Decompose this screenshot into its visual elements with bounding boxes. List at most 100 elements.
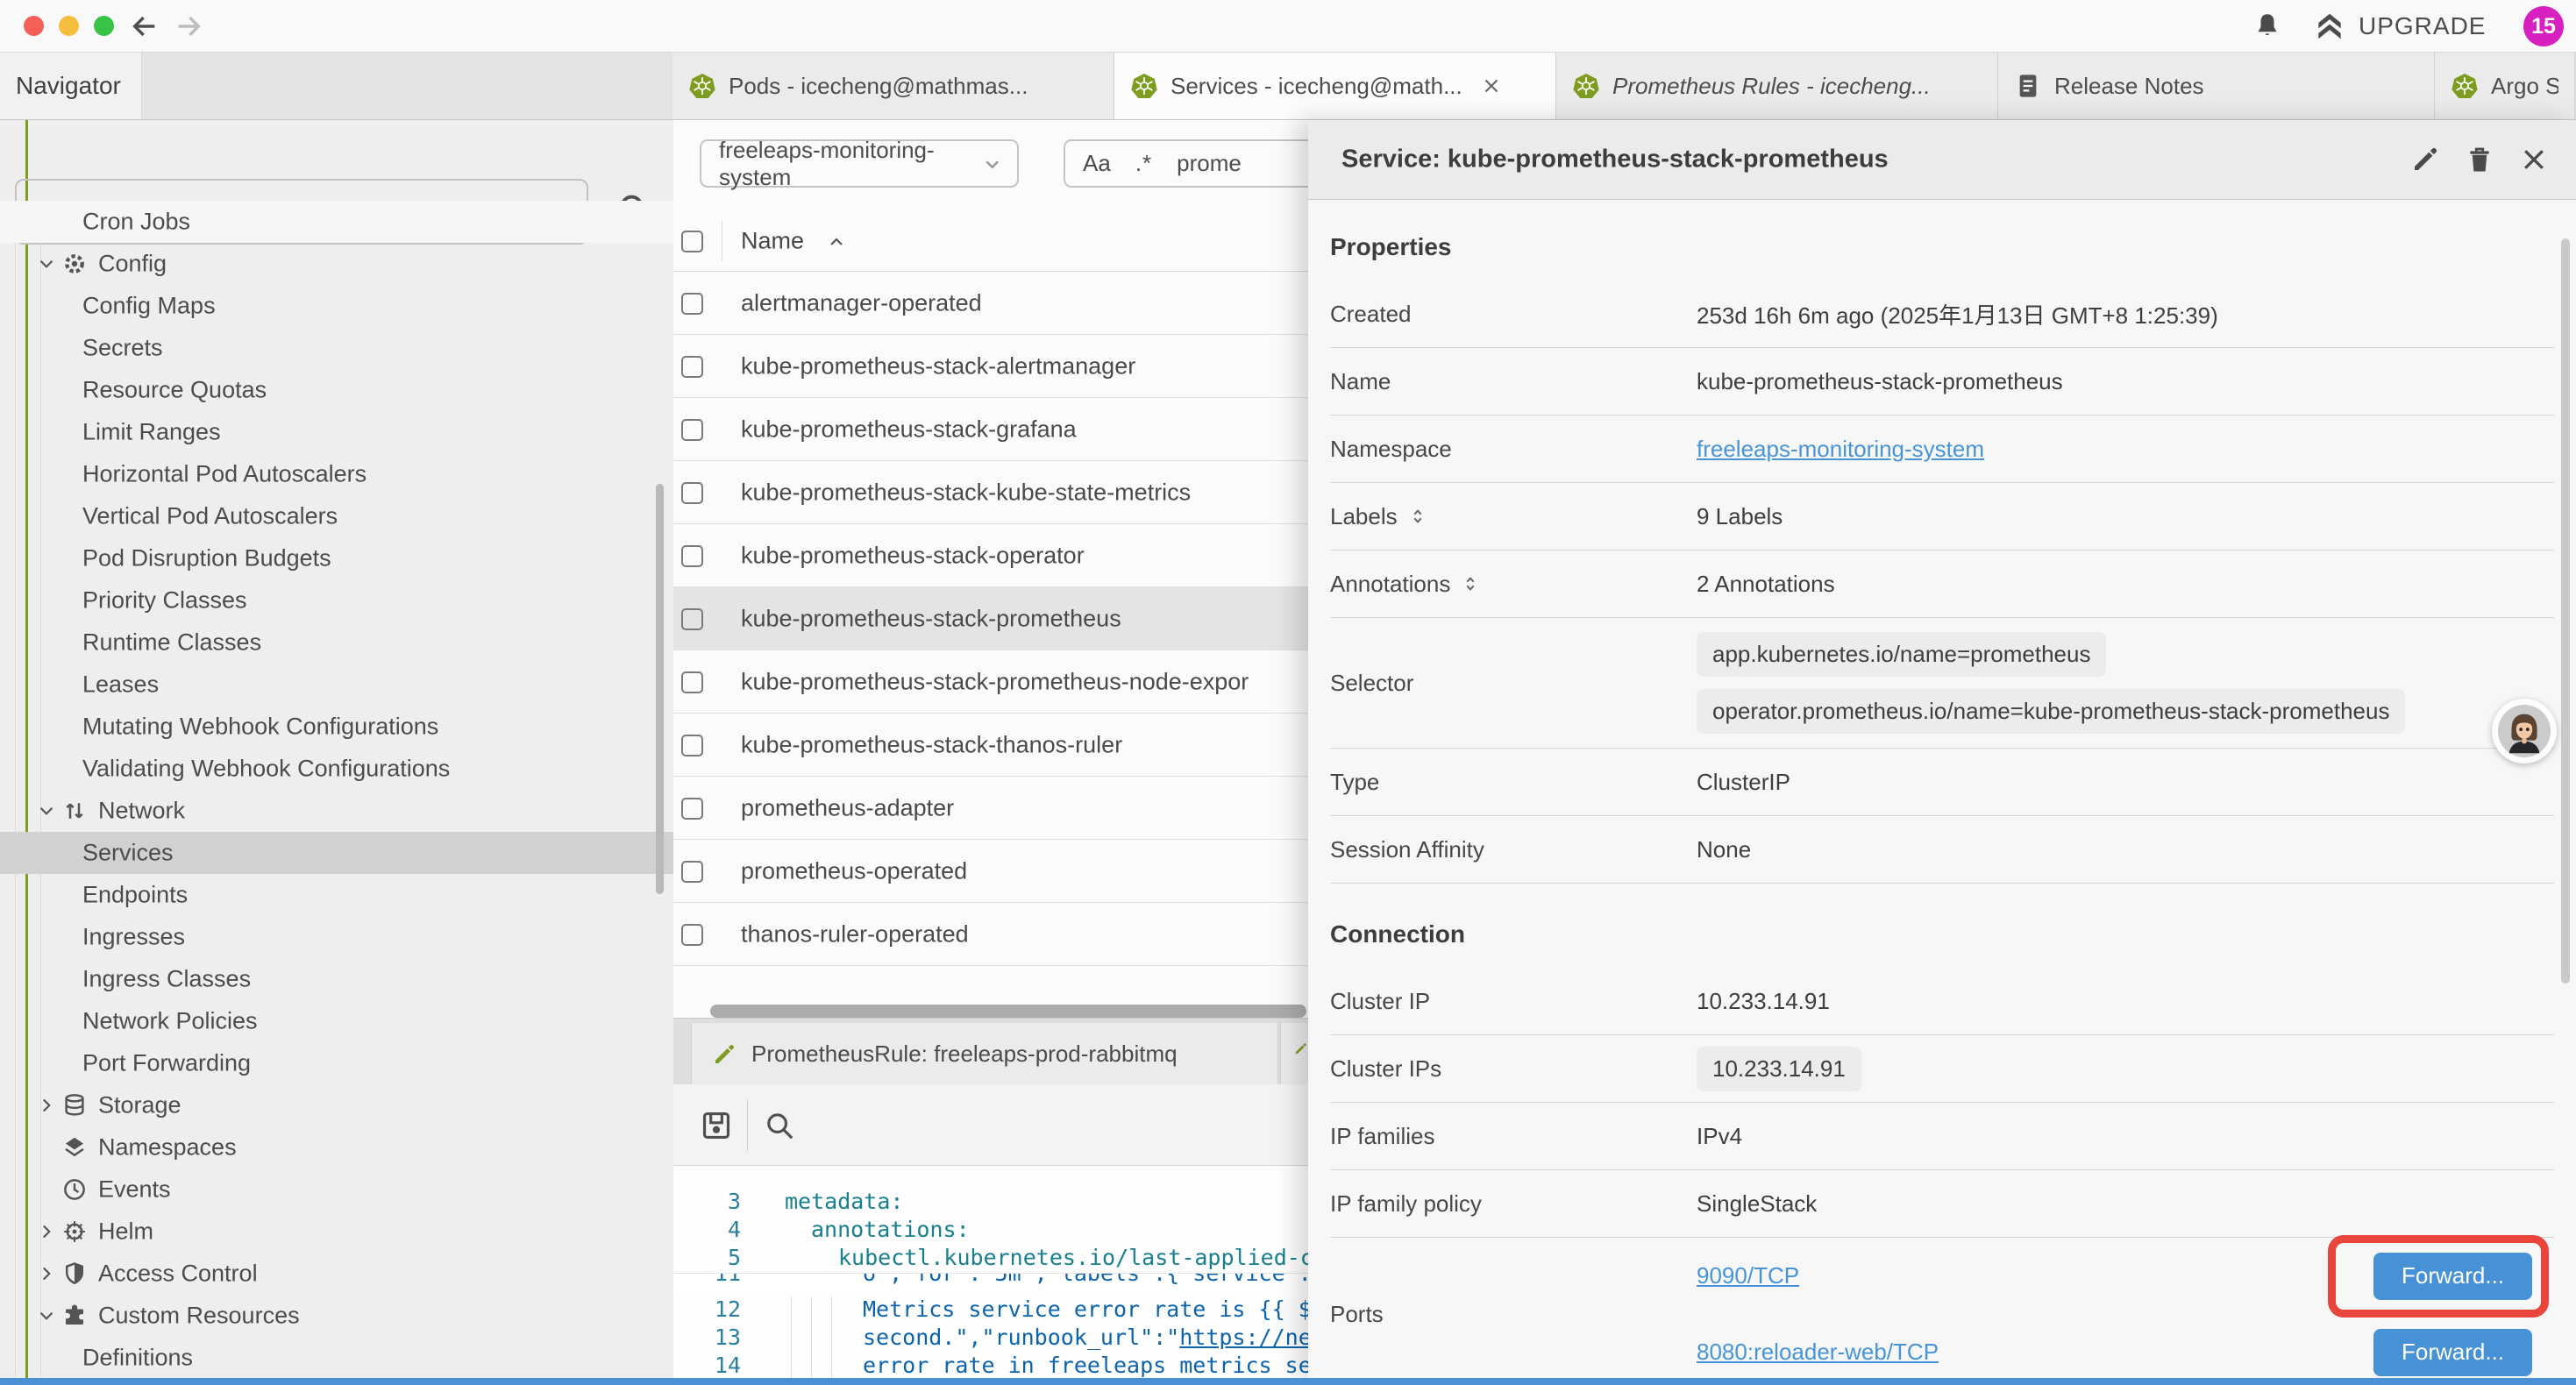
- table-row[interactable]: kube-prometheus-stack-alertmanager: [673, 335, 1308, 398]
- sidebar-item-ingresses[interactable]: Ingresses: [0, 916, 673, 958]
- back-button[interactable]: [130, 11, 160, 41]
- sidebar-item-leases[interactable]: Leases: [0, 664, 673, 706]
- sidebar-item-config[interactable]: Config: [0, 243, 673, 285]
- row-checkbox[interactable]: [681, 419, 703, 441]
- dock-tab-prometheusrule[interactable]: PrometheusRule: freeleaps-prod-rabbitmq: [691, 1023, 1278, 1085]
- detail-row-ports: Ports9090/TCPForward...8080:reloader-web…: [1330, 1238, 2554, 1378]
- edit-pencil-icon[interactable]: [2409, 144, 2441, 175]
- close-icon[interactable]: [2518, 144, 2550, 175]
- match-case-toggle[interactable]: Aa: [1083, 150, 1111, 177]
- yaml-editor[interactable]: 3metadata:4annotations:5kubectl.kubernet…: [673, 1166, 1308, 1378]
- sidebar-item-definitions[interactable]: Definitions: [0, 1337, 673, 1378]
- table-row[interactable]: prometheus-adapter: [673, 777, 1308, 840]
- sidebar-item-network-policies[interactable]: Network Policies: [0, 1000, 673, 1042]
- tab-prometheus[interactable]: Prometheus Rules - icecheng...: [1556, 53, 1998, 119]
- table-row[interactable]: kube-prometheus-stack-prometheus-node-ex…: [673, 650, 1308, 714]
- select-all-checkbox[interactable]: [681, 231, 703, 252]
- search-input[interactable]: Aa .* prome: [1064, 139, 1308, 188]
- sidebar-item-pod-disruption-budgets[interactable]: Pod Disruption Budgets: [0, 537, 673, 579]
- horizontal-scrollbar[interactable]: [710, 1005, 1306, 1018]
- sidebar-item-endpoints[interactable]: Endpoints: [0, 874, 673, 916]
- code-link[interactable]: https://net: [1179, 1325, 1308, 1350]
- chevron-down-icon[interactable]: [35, 799, 58, 822]
- sidebar-item-cron-jobs[interactable]: Cron Jobs: [0, 201, 673, 243]
- row-checkbox[interactable]: [681, 356, 703, 378]
- upgrade-button[interactable]: UPGRADE: [2313, 9, 2486, 44]
- port-link[interactable]: 8080:reloader-web/TCP: [1697, 1339, 1939, 1366]
- sidebar-item-storage[interactable]: Storage: [0, 1084, 673, 1126]
- sort-updown-icon[interactable]: [1408, 503, 1427, 529]
- port-link[interactable]: 9090/TCP: [1697, 1262, 1799, 1289]
- sidebar-scrollbar[interactable]: [656, 484, 664, 894]
- regex-toggle[interactable]: .*: [1135, 150, 1152, 177]
- notifications-bell-icon[interactable]: [2252, 11, 2283, 42]
- sidebar-item-secrets[interactable]: Secrets: [0, 327, 673, 369]
- sort-ascending-icon[interactable]: [826, 231, 847, 252]
- chevron-right-icon[interactable]: [35, 1262, 58, 1285]
- forward-button[interactable]: Forward...: [2373, 1329, 2532, 1376]
- row-checkbox[interactable]: [681, 798, 703, 820]
- row-checkbox[interactable]: [681, 924, 703, 946]
- sort-updown-icon[interactable]: [1461, 571, 1480, 597]
- chevron-down-icon[interactable]: [35, 1304, 58, 1327]
- row-checkbox[interactable]: [681, 608, 703, 630]
- sidebar-item-mutating-webhook-configurations[interactable]: Mutating Webhook Configurations: [0, 706, 673, 748]
- sidebar-item-port-forwarding[interactable]: Port Forwarding: [0, 1042, 673, 1084]
- sidebar-item-helm[interactable]: Helm: [0, 1211, 673, 1253]
- table-row[interactable]: kube-prometheus-stack-grafana: [673, 398, 1308, 461]
- table-row[interactable]: kube-prometheus-stack-prometheus: [673, 587, 1308, 650]
- close-icon[interactable]: [1480, 75, 1503, 97]
- row-checkbox[interactable]: [681, 735, 703, 756]
- sidebar-item-namespaces[interactable]: Namespaces: [0, 1126, 673, 1168]
- sidebar-item-config-maps[interactable]: Config Maps: [0, 285, 673, 327]
- sidebar-item-events[interactable]: Events: [0, 1168, 673, 1211]
- sidebar-item-custom-resources[interactable]: Custom Resources: [0, 1295, 673, 1337]
- editor-search-icon[interactable]: [763, 1109, 796, 1142]
- namespace-link[interactable]: freeleaps-monitoring-system: [1697, 436, 1984, 463]
- table-row[interactable]: kube-prometheus-stack-operator: [673, 524, 1308, 587]
- sidebar-item-access-control[interactable]: Access Control: [0, 1253, 673, 1295]
- traffic-light-zoom[interactable]: [94, 16, 114, 36]
- sidebar-item-limit-ranges[interactable]: Limit Ranges: [0, 411, 673, 453]
- sidebar-item-services[interactable]: Services: [0, 832, 673, 874]
- sidebar-item-ingress-classes[interactable]: Ingress Classes: [0, 958, 673, 1000]
- row-checkbox[interactable]: [681, 671, 703, 693]
- sidebar-item-horizontal-pod-autoscalers[interactable]: Horizontal Pod Autoscalers: [0, 453, 673, 495]
- sidebar-item-resource-quotas[interactable]: Resource Quotas: [0, 369, 673, 411]
- table-row[interactable]: prometheus-operated: [673, 840, 1308, 903]
- navigator-panel-tab[interactable]: Navigator: [0, 53, 142, 119]
- sidebar-item-vertical-pod-autoscalers[interactable]: Vertical Pod Autoscalers: [0, 495, 673, 537]
- row-checkbox[interactable]: [681, 861, 703, 883]
- traffic-light-close[interactable]: [24, 16, 44, 36]
- table-row[interactable]: kube-prometheus-stack-kube-state-metrics: [673, 461, 1308, 524]
- row-checkbox[interactable]: [681, 545, 703, 567]
- tab-pods[interactable]: Pods - icecheng@mathmas...: [672, 53, 1114, 119]
- table-row[interactable]: alertmanager-operated: [673, 272, 1308, 335]
- delete-trash-icon[interactable]: [2464, 144, 2495, 175]
- tab-services[interactable]: Services - icecheng@math...: [1114, 53, 1556, 119]
- save-icon[interactable]: [700, 1109, 733, 1142]
- notification-count-badge[interactable]: 15: [2523, 6, 2564, 46]
- table-row[interactable]: kube-prometheus-stack-thanos-ruler: [673, 714, 1308, 777]
- name-column-header[interactable]: Name: [741, 227, 804, 254]
- chevron-down-icon[interactable]: [35, 252, 58, 275]
- sidebar-item-validating-webhook-configurations[interactable]: Validating Webhook Configurations: [0, 748, 673, 790]
- shield-icon: [61, 1261, 88, 1287]
- chevron-right-icon[interactable]: [35, 1094, 58, 1117]
- sidebar-item-runtime-classes[interactable]: Runtime Classes: [0, 621, 673, 664]
- row-checkbox[interactable]: [681, 482, 703, 504]
- tab-argo[interactable]: Argo Se: [2435, 53, 2575, 119]
- sidebar-item-priority-classes[interactable]: Priority Classes: [0, 579, 673, 621]
- forward-button[interactable]: [174, 11, 203, 41]
- table-row[interactable]: thanos-ruler-operated: [673, 903, 1308, 966]
- forward-button[interactable]: Forward...: [2373, 1253, 2532, 1300]
- tab-release[interactable]: Release Notes: [1998, 53, 2435, 119]
- chevron-right-icon[interactable]: [35, 1220, 58, 1243]
- dock-tab-next[interactable]: [1280, 1023, 1308, 1085]
- assistant-avatar[interactable]: [2492, 699, 2557, 764]
- sidebar-item-network[interactable]: Network: [0, 790, 673, 832]
- row-checkbox[interactable]: [681, 293, 703, 315]
- detail-scrollbar[interactable]: [2561, 238, 2570, 984]
- traffic-light-minimize[interactable]: [59, 16, 79, 36]
- namespace-filter-select[interactable]: freeleaps-monitoring-system: [700, 139, 1019, 188]
